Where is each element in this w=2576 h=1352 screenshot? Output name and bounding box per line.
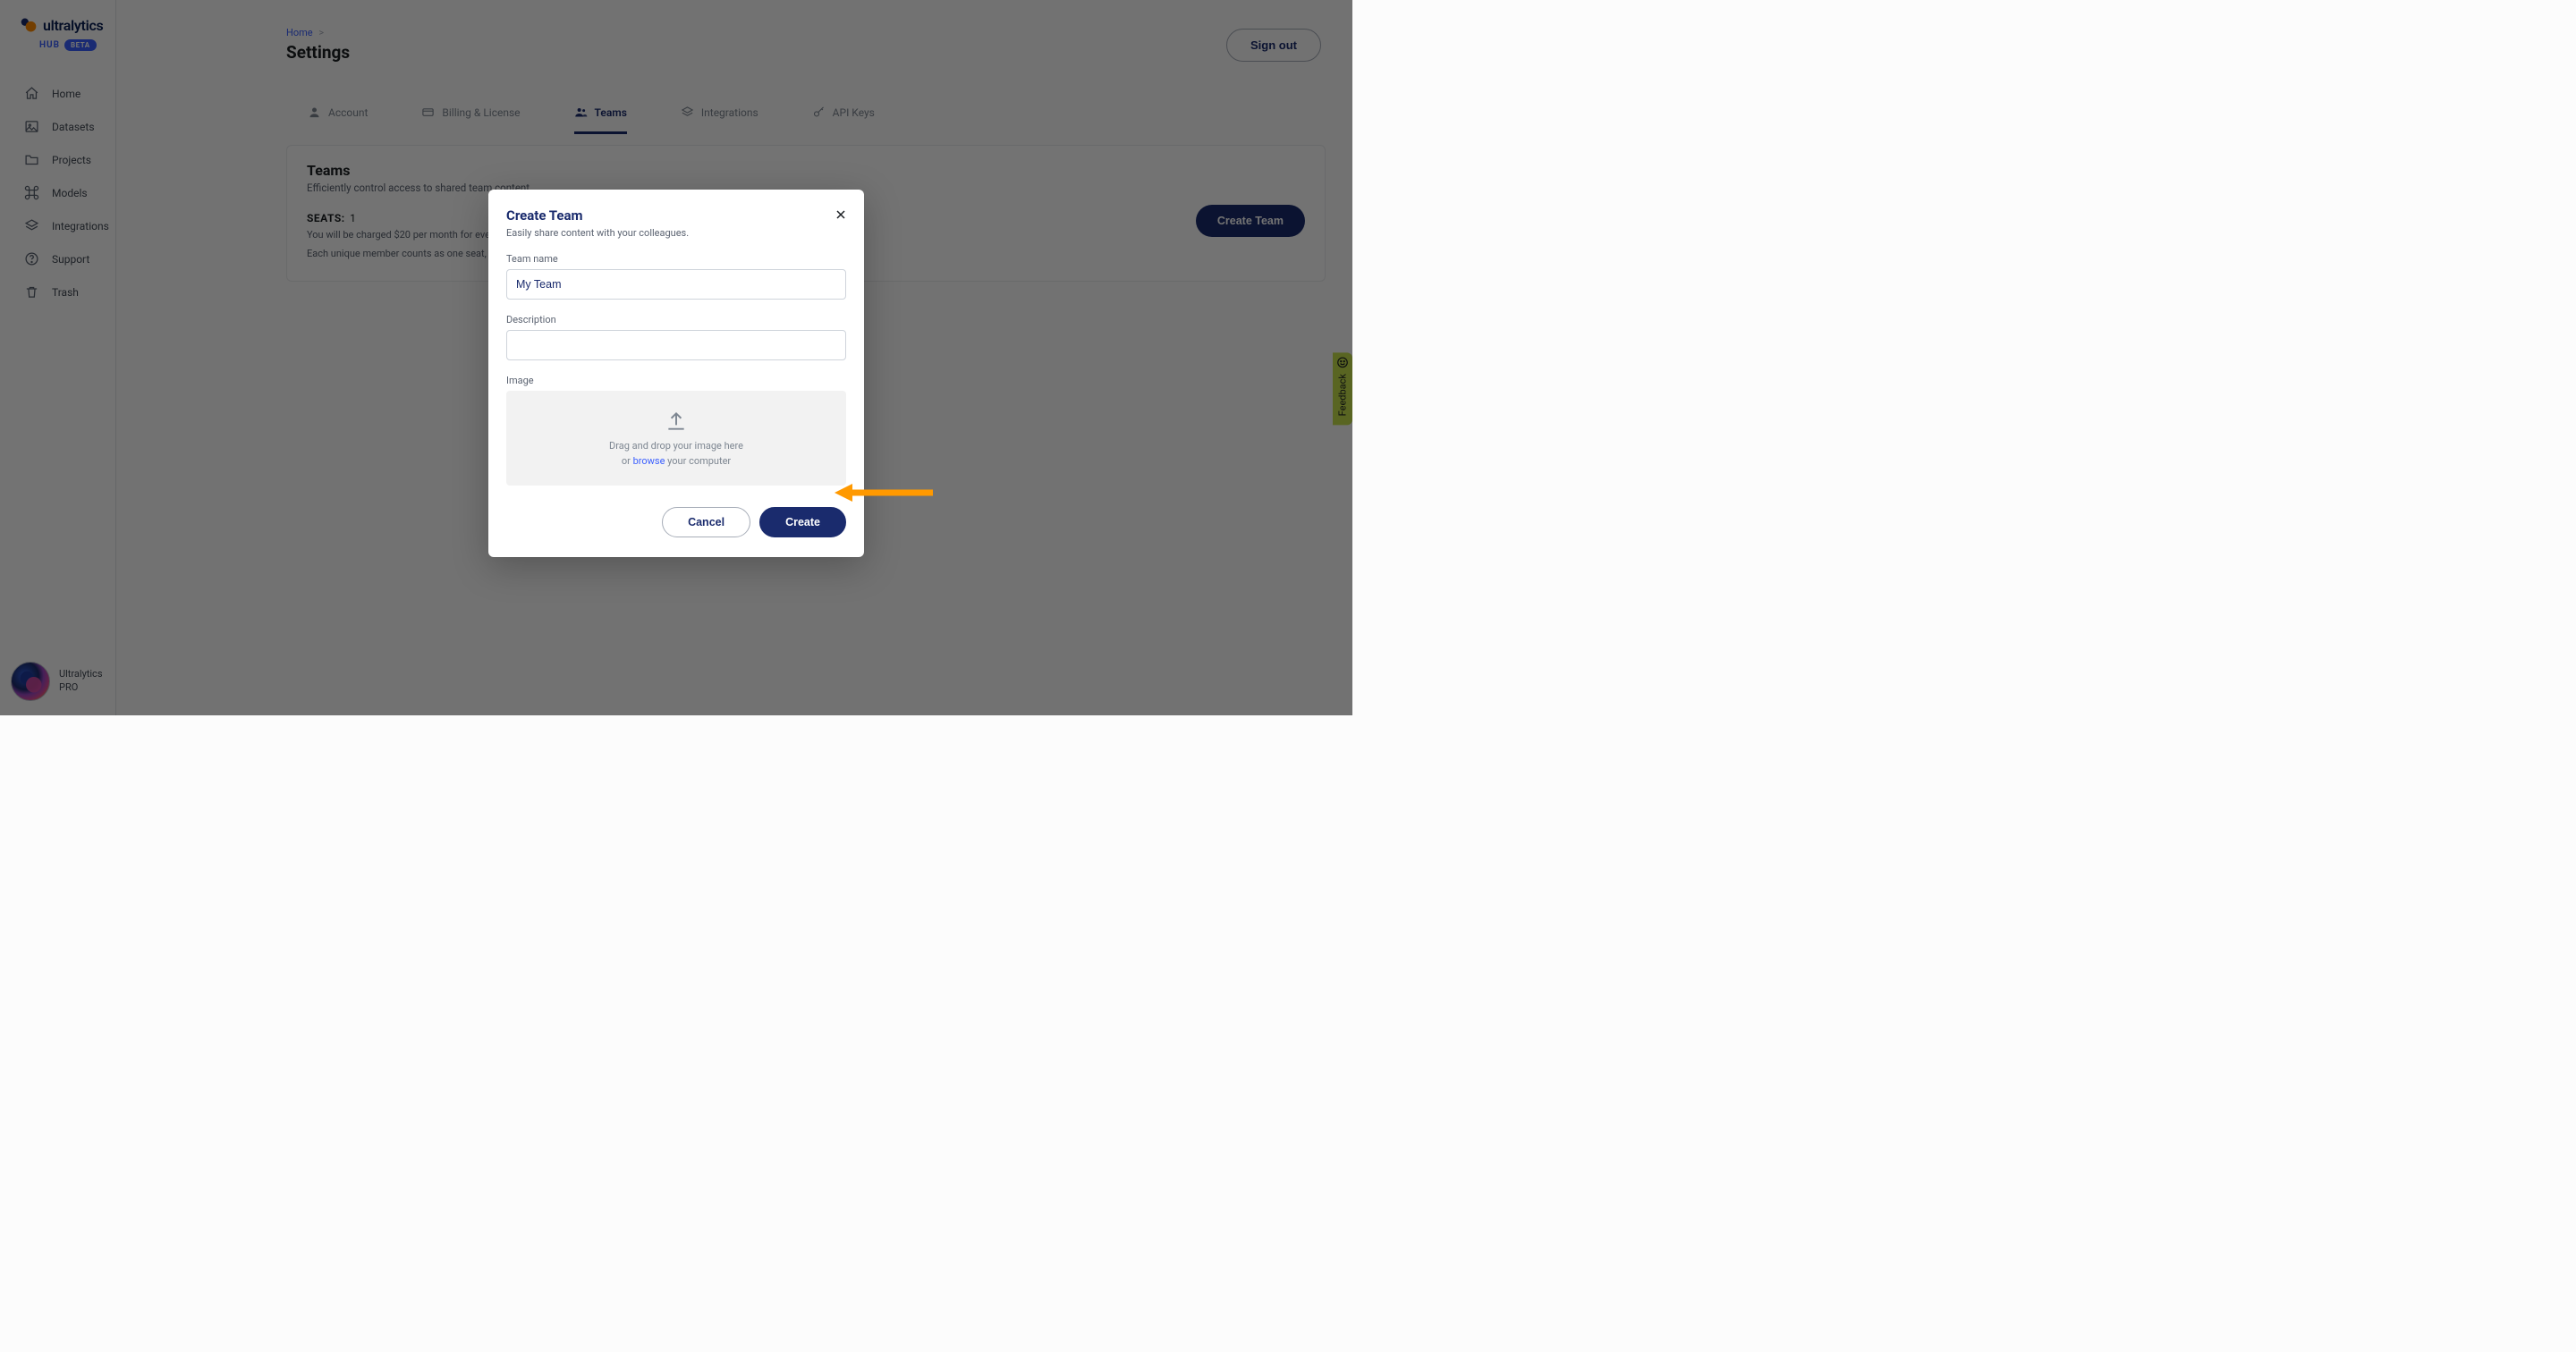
create-button[interactable]: Create — [759, 507, 846, 537]
close-icon — [834, 207, 848, 222]
description-input[interactable] — [506, 330, 846, 360]
image-dropzone[interactable]: Drag and drop your image here or browse … — [506, 391, 846, 486]
create-team-modal: Create Team Easily share content with yo… — [488, 190, 864, 557]
modal-subtitle: Easily share content with your colleague… — [506, 227, 846, 239]
modal-actions: Cancel Create — [506, 507, 846, 537]
team-name-label: Team name — [506, 253, 846, 265]
close-button[interactable] — [830, 204, 852, 225]
cancel-button[interactable]: Cancel — [662, 507, 750, 537]
modal-title: Create Team — [506, 207, 846, 224]
dropzone-line1: Drag and drop your image here — [609, 440, 743, 452]
description-label: Description — [506, 314, 846, 325]
upload-icon — [665, 410, 688, 433]
browse-link[interactable]: browse — [633, 455, 665, 467]
team-name-input[interactable] — [506, 269, 846, 300]
image-label: Image — [506, 375, 846, 386]
dropzone-line2: or browse your computer — [622, 455, 731, 467]
